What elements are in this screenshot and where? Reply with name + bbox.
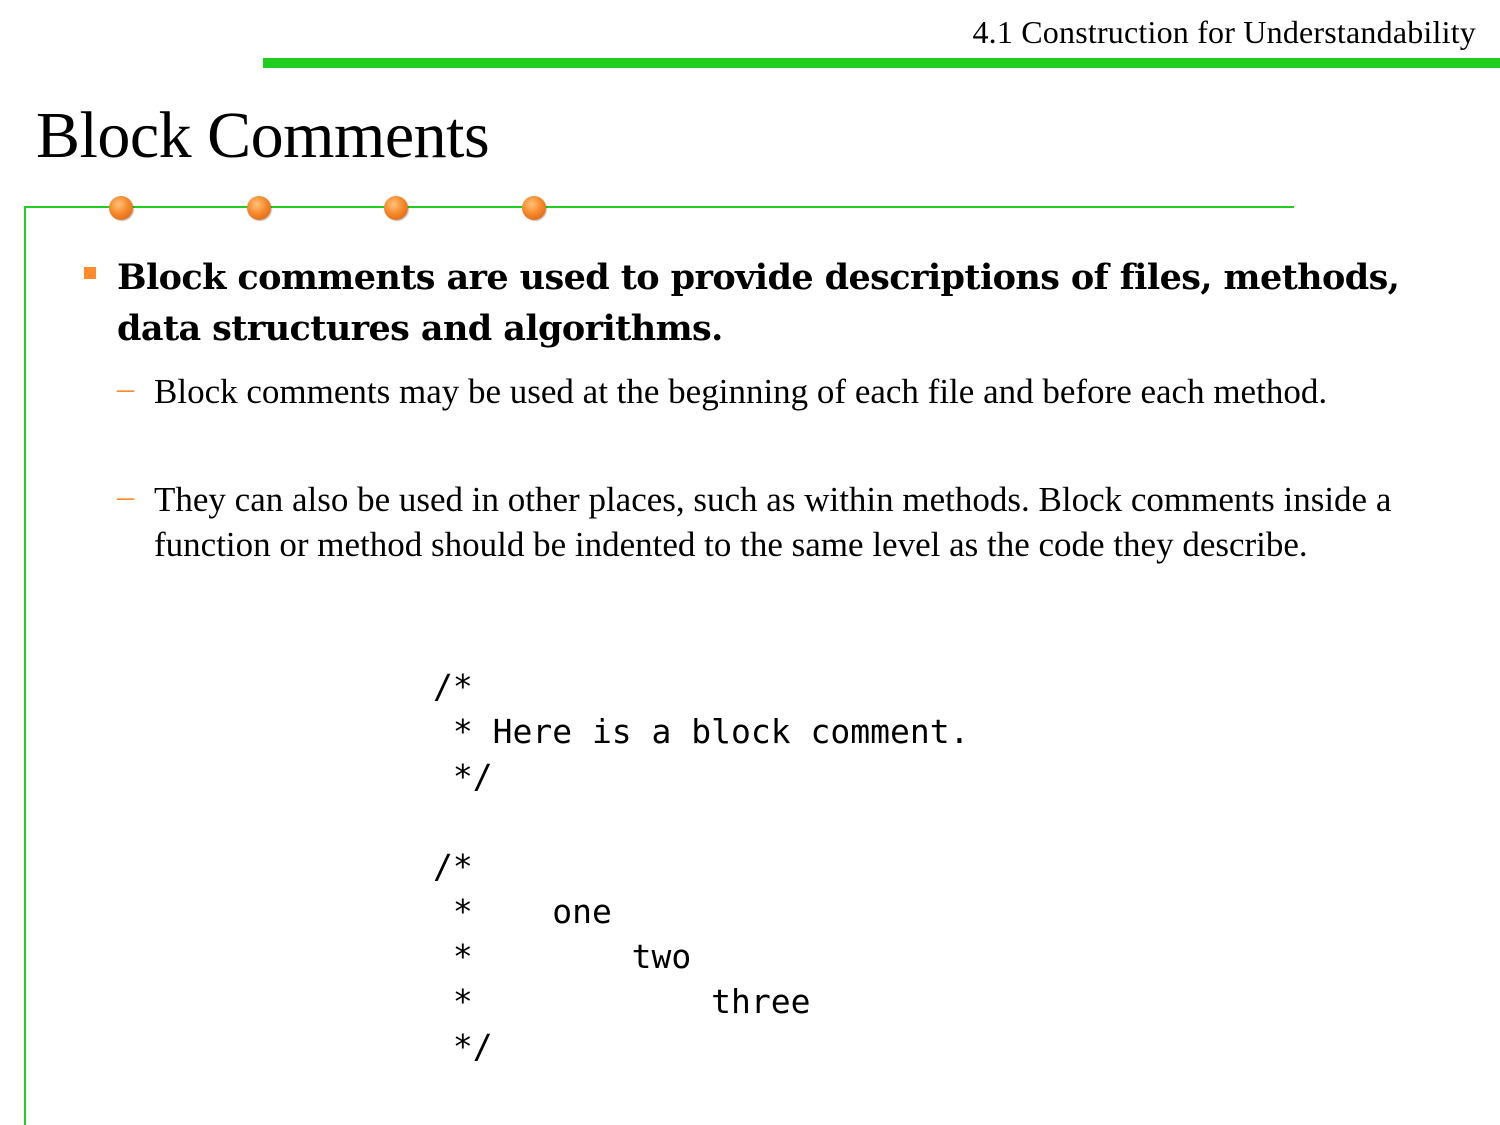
decorative-dot <box>109 196 133 220</box>
main-bullet-text: Block comments are used to provide descr… <box>117 257 1400 349</box>
section-title: 4.1 Construction for Understandability <box>972 14 1476 50</box>
left-frame-line <box>24 206 26 1125</box>
sub-bullet-text: Block comments may be used at the beginn… <box>154 372 1328 411</box>
decorative-dot <box>522 196 546 220</box>
decorative-dot <box>247 196 271 220</box>
dash-marker: – <box>117 370 134 407</box>
title-divider <box>24 206 1294 208</box>
dash-marker: – <box>117 478 134 515</box>
slide-title: Block Comments <box>36 99 490 172</box>
code-example: /* * Here is a block comment. */ /* * on… <box>433 667 970 1066</box>
bullet-marker <box>84 267 96 279</box>
sub-bullet-text: They can also be used in other places, s… <box>154 480 1392 564</box>
decorative-dot <box>384 196 408 220</box>
header-rule <box>263 58 1500 68</box>
